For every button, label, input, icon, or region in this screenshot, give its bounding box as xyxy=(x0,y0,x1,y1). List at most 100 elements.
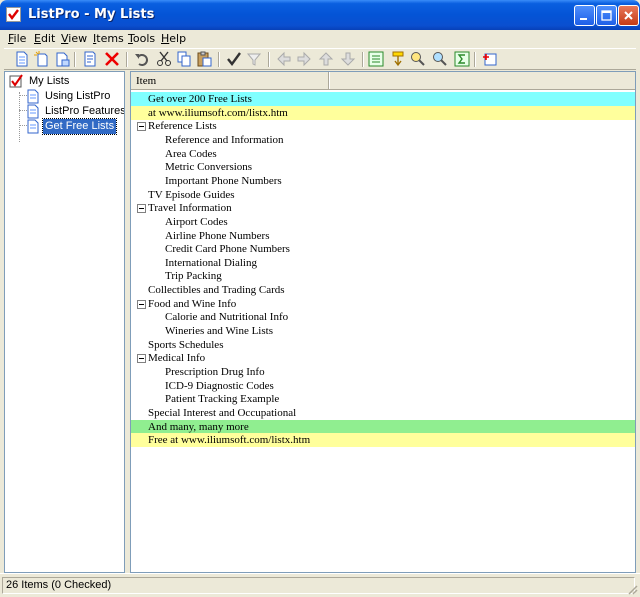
list-item[interactable]: Special Interest and Occupational xyxy=(131,406,635,420)
list-item-text: Collectibles and Trading Cards xyxy=(148,284,285,297)
tree-item-label: My Lists xyxy=(29,75,70,87)
list-item-text: Airline Phone Numbers xyxy=(165,229,270,242)
cut-icon[interactable] xyxy=(156,51,172,67)
tree-item-label: Using ListPro xyxy=(45,90,111,102)
title-bar[interactable]: ListPro - My Lists xyxy=(0,0,640,30)
items-list-pane[interactable]: Item Get over 200 Free Lists at www.ilium… xyxy=(130,71,636,573)
list-item[interactable]: Trip Packing xyxy=(131,269,635,283)
expand-all-icon[interactable] xyxy=(368,51,384,67)
check-icon[interactable] xyxy=(226,51,242,67)
document-icon xyxy=(27,89,39,104)
menu-help[interactable]: Help xyxy=(161,32,186,45)
collapse-toggle-icon[interactable] xyxy=(137,204,146,214)
list-item-text: Patient Tracking Example xyxy=(165,393,280,406)
list-item[interactable]: Credit Card Phone Numbers xyxy=(131,242,635,256)
window-title: ListPro - My Lists xyxy=(28,7,155,22)
status-text: 26 Items (0 Checked) xyxy=(6,579,112,591)
list-item[interactable]: Prescription Drug Info xyxy=(131,365,635,379)
menu-edit[interactable]: Edit xyxy=(34,32,55,45)
list-item[interactable]: And many, many more xyxy=(131,419,635,434)
list-item[interactable]: International Dialing xyxy=(131,256,635,270)
list-group-row[interactable]: Food and Wine Info xyxy=(131,297,635,311)
tree-connector xyxy=(19,92,20,142)
list-item[interactable]: TV Episode Guides xyxy=(131,188,635,202)
list-item-text: Calorie and Nutritional Info xyxy=(165,311,289,324)
delete-icon[interactable] xyxy=(104,51,120,67)
list-item-text: Sports Schedules xyxy=(148,338,224,351)
move-right-icon[interactable] xyxy=(296,51,312,67)
toolbar-separator xyxy=(362,52,364,67)
move-left-icon[interactable] xyxy=(276,51,292,67)
list-item-text: Metric Conversions xyxy=(165,161,253,174)
move-down-icon[interactable] xyxy=(340,51,356,67)
list-item-text: Area Codes xyxy=(165,147,217,160)
list-item-text: at www.iliumsoft.com/listx.htm xyxy=(148,106,288,119)
list-tree-pane[interactable]: My Lists Using ListPro ListPro Features … xyxy=(4,71,125,573)
list-item-text: ICD-9 Diagnostic Codes xyxy=(165,379,274,392)
document-icon xyxy=(27,104,39,119)
list-item-text: Trip Packing xyxy=(165,270,222,283)
new-subitem-icon[interactable] xyxy=(54,51,70,67)
menu-file[interactable]: File xyxy=(8,32,26,45)
list-item[interactable]: Free at www.iliumsoft.com/listx.htm xyxy=(131,433,635,448)
list-group-row[interactable]: Travel Information xyxy=(131,201,635,215)
list-item-text: TV Episode Guides xyxy=(148,188,235,201)
close-button[interactable] xyxy=(618,5,639,26)
collapse-toggle-icon[interactable] xyxy=(137,354,146,364)
list-item[interactable]: Wineries and Wine Lists xyxy=(131,324,635,338)
minimize-button[interactable] xyxy=(574,5,595,26)
list-item[interactable]: Metric Conversions xyxy=(131,160,635,174)
sum-icon[interactable] xyxy=(454,51,470,67)
list-item[interactable]: Important Phone Numbers xyxy=(131,174,635,188)
menu-tools[interactable]: Tools xyxy=(128,32,155,45)
options-icon[interactable] xyxy=(482,51,498,67)
paste-icon[interactable] xyxy=(196,51,212,67)
toolbar-separator xyxy=(268,52,270,67)
list-item[interactable]: Calorie and Nutritional Info xyxy=(131,310,635,324)
list-item[interactable]: Airport Codes xyxy=(131,215,635,229)
move-up-icon[interactable] xyxy=(318,51,334,67)
find-next-icon[interactable] xyxy=(432,51,448,67)
menu-items[interactable]: Items xyxy=(93,32,124,45)
list-item-text: Important Phone Numbers xyxy=(165,174,282,187)
resize-grip-icon[interactable] xyxy=(626,583,638,595)
tree-item-label: ListPro Features xyxy=(45,105,125,117)
toolbar-separator xyxy=(126,52,128,67)
sort-icon[interactable] xyxy=(390,51,406,67)
list-item[interactable]: Patient Tracking Example xyxy=(131,392,635,406)
tree-item-label: Get Free Lists xyxy=(41,118,118,135)
list-item-text: Reference Lists xyxy=(148,120,217,133)
copy-icon[interactable] xyxy=(176,51,192,67)
list-item[interactable]: Airline Phone Numbers xyxy=(131,229,635,243)
maximize-icon xyxy=(601,10,612,21)
list-group-row[interactable]: Reference Lists xyxy=(131,119,635,133)
collapse-toggle-icon[interactable] xyxy=(137,299,146,309)
list-group-row[interactable]: Medical Info xyxy=(131,351,635,365)
list-item[interactable]: at www.iliumsoft.com/listx.htm xyxy=(131,105,635,120)
new-item-icon[interactable] xyxy=(34,51,50,67)
find-icon[interactable] xyxy=(410,51,426,67)
list-item[interactable]: Sports Schedules xyxy=(131,338,635,352)
list-item[interactable]: Area Codes xyxy=(131,147,635,161)
toolbar-separator xyxy=(74,52,76,67)
collapse-toggle-icon[interactable] xyxy=(137,122,146,132)
maximize-button[interactable] xyxy=(596,5,617,26)
new-list-icon[interactable] xyxy=(14,51,30,67)
close-icon xyxy=(624,11,633,20)
list-item-text: Food and Wine Info xyxy=(148,297,237,310)
list-item[interactable]: Reference and Information xyxy=(131,133,635,147)
list-item[interactable]: ICD-9 Diagnostic Codes xyxy=(131,379,635,393)
properties-icon[interactable] xyxy=(82,51,98,67)
list-item-text: And many, many more xyxy=(148,420,249,433)
list-item[interactable]: Get over 200 Free Lists xyxy=(131,92,635,106)
undo-icon[interactable] xyxy=(134,51,150,67)
menu-bar: File Edit View Items Tools Help xyxy=(4,30,636,48)
filter-icon[interactable] xyxy=(246,51,262,67)
list-item-text: Travel Information xyxy=(148,202,232,215)
menu-view[interactable]: View xyxy=(61,32,87,45)
column-divider[interactable] xyxy=(329,72,330,89)
list-item-text: Get over 200 Free Lists xyxy=(148,93,252,105)
list-item[interactable]: Collectibles and Trading Cards xyxy=(131,283,635,297)
column-header-item[interactable]: Item xyxy=(131,72,329,89)
toolbar-separator xyxy=(218,52,220,67)
